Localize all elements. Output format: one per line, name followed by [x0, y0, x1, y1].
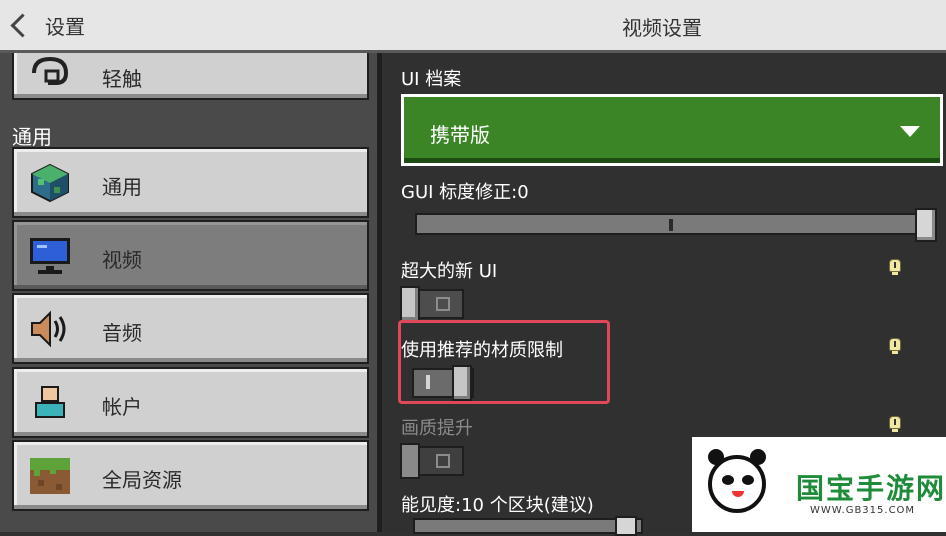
page-title: 视频设置: [622, 16, 702, 40]
sidebar-item-label: 通用: [102, 175, 142, 199]
sidebar-item-general[interactable]: 通用: [12, 147, 369, 218]
gui-scale-slider[interactable]: [415, 213, 937, 235]
sidebar: 轻触 通用 通用 视频 音频 帐户 全局资源: [0, 53, 382, 532]
slider-tick: [669, 219, 673, 231]
section-title: 通用: [12, 125, 52, 149]
sidebar-item-label: 全局资源: [102, 468, 182, 492]
globe-icon: [31, 163, 69, 203]
watermark-url: WWW.GB315.COM: [810, 505, 916, 516]
info-icon[interactable]: [888, 259, 902, 275]
gui-scale-label: GUI 标度修正:0: [401, 182, 529, 203]
render-distance-label: 能见度:10 个区块(建议): [401, 495, 594, 516]
touch-icon: [32, 56, 69, 85]
extra-large-ui-toggle[interactable]: [400, 286, 464, 322]
graphics-upgrade-toggle[interactable]: [400, 443, 464, 479]
sidebar-item-global-resources[interactable]: 全局资源: [12, 440, 369, 511]
gui-scale-slider-thumb[interactable]: [915, 208, 937, 242]
extra-large-ui-label: 超大的新 UI: [401, 261, 498, 282]
info-icon[interactable]: [888, 416, 902, 432]
grass-block-icon: [30, 458, 70, 494]
monitor-icon: [30, 238, 70, 274]
ui-profile-label: UI 档案: [401, 69, 462, 90]
speaker-icon: [31, 310, 66, 348]
ui-profile-value: 携带版: [430, 123, 490, 147]
chevron-left-icon: [10, 12, 35, 38]
sidebar-item-account[interactable]: 帐户: [12, 367, 369, 438]
account-icon: [35, 386, 65, 418]
sidebar-item-audio[interactable]: 音频: [12, 293, 369, 364]
panda-logo-icon: [708, 449, 766, 513]
caret-down-icon: [900, 126, 920, 137]
back-label: 设置: [45, 14, 85, 39]
ui-profile-dropdown[interactable]: 携带版: [401, 94, 943, 166]
back-button[interactable]: 设置: [10, 10, 85, 40]
render-distance-slider-thumb[interactable]: [615, 516, 637, 536]
sidebar-item-label: 轻触: [102, 67, 142, 91]
sidebar-item-label: 音频: [102, 321, 142, 345]
highlight-box: [398, 320, 610, 404]
sidebar-item-touch[interactable]: 轻触: [12, 53, 369, 100]
info-icon[interactable]: [888, 338, 902, 354]
graphics-upgrade-label: 画质提升: [401, 418, 473, 439]
sidebar-item-video[interactable]: 视频: [12, 220, 369, 291]
top-bar: 设置 视频设置: [0, 0, 946, 53]
watermark: 国宝手游网 WWW.GB315.COM: [692, 437, 946, 532]
sidebar-item-label: 视频: [102, 248, 142, 272]
watermark-title: 国宝手游网: [796, 472, 946, 505]
sidebar-item-label: 帐户: [102, 395, 142, 419]
